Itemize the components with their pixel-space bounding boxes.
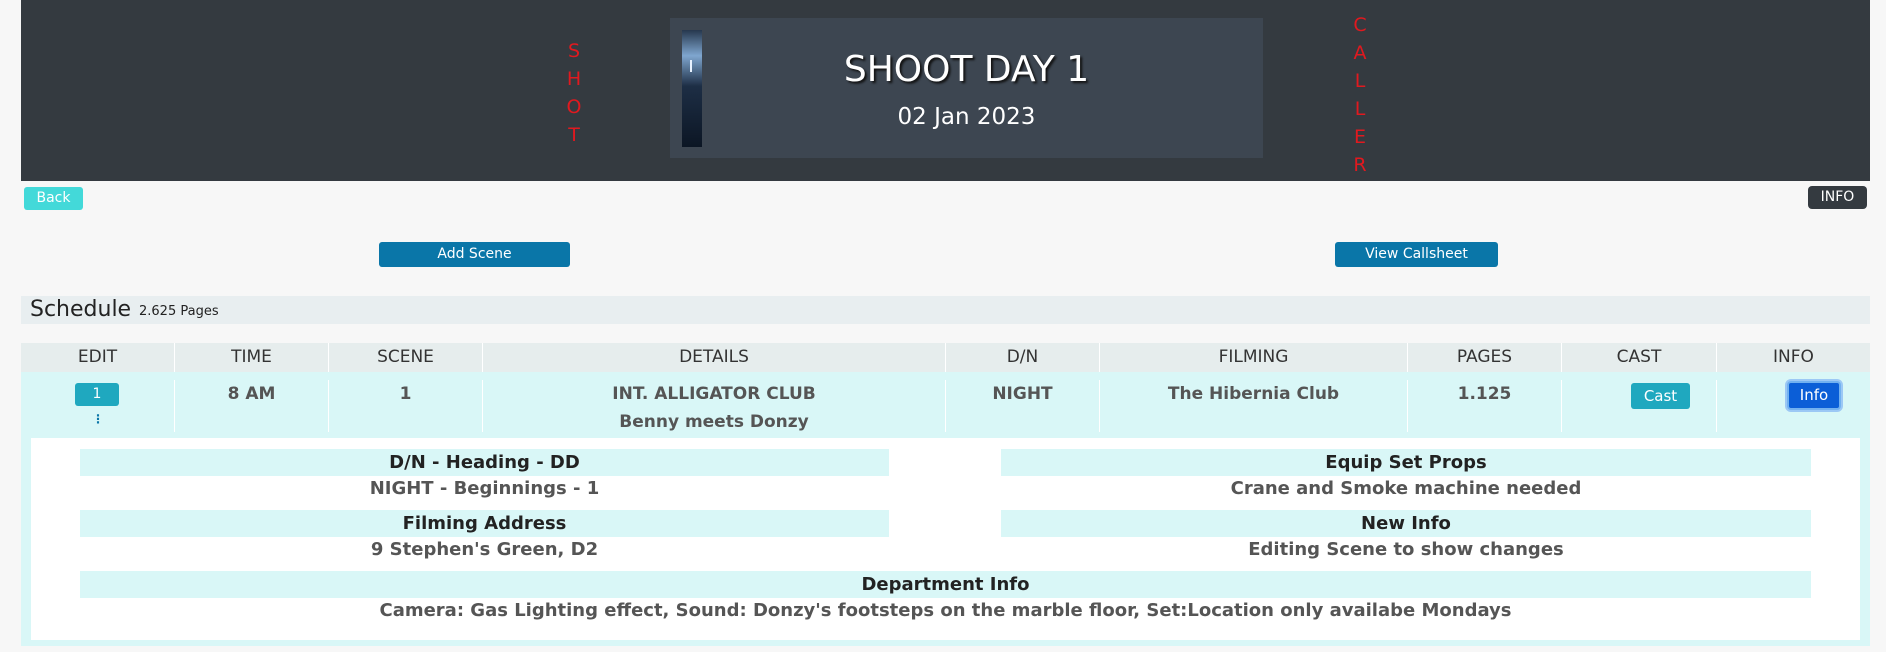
caller-letter: E [1353,126,1366,148]
new-info-label: New Info [1001,510,1811,537]
add-scene-button[interactable]: Add Scene [379,242,570,267]
shot-letter: O [566,96,582,118]
shot-vertical-label: S H O T [564,37,584,149]
col-cast: CAST [1616,347,1662,367]
equip-set-props-label: Equip Set Props [1001,449,1811,476]
view-callsheet-button[interactable]: View Callsheet [1335,242,1498,267]
edit-scene-button[interactable]: 1 [75,383,119,406]
pages-cell: 1.125 [1457,384,1512,404]
scene-cell: 1 [399,384,412,404]
col-dn: D/N [1006,347,1039,367]
dn-heading-label: D/N - Heading - DD [80,449,889,476]
scene-detail-panel: D/N - Heading - DD NIGHT - Beginnings - … [31,438,1860,640]
cast-button[interactable]: Cast [1631,383,1690,409]
new-info-value: Editing Scene to show changes [1248,539,1564,560]
info-button[interactable]: INFO [1808,186,1867,209]
department-info-label: Department Info [80,571,1811,598]
details-heading: INT. ALLIGATOR CLUB [612,384,816,404]
shoot-day-card: SHOOT DAY 1 02 Jan 2023 [670,18,1263,158]
table-row: 1 ⋮ 8 AM 1 INT. ALLIGATOR CLUB Benny mee… [21,372,1870,436]
col-edit: EDIT [77,347,118,367]
caller-letter: L [1354,98,1366,120]
row-divider [1716,380,1717,432]
shot-letter: S [567,40,581,62]
scene-detail-section: D/N - Heading - DD NIGHT - Beginnings - … [21,436,1870,646]
row-divider [1561,380,1562,432]
filming-address-value: 9 Stephen's Green, D2 [370,539,599,560]
time-cell: 8 AM [227,384,276,404]
header-banner: S H O T SHOOT DAY 1 02 Jan 2023 C A L L … [21,0,1870,181]
caller-letter: A [1353,42,1367,64]
shoot-day-date: 02 Jan 2023 [897,104,1036,130]
details-summary: Benny meets Donzy [619,412,809,432]
scene-info-button[interactable]: Info [1787,381,1841,410]
schedule-header: Schedule 2.625 Pages [21,296,1870,324]
dn-heading-value: NIGHT - Beginnings - 1 [369,478,600,499]
shot-letter: H [566,68,582,90]
caller-vertical-label: C A L L E R [1350,11,1370,179]
col-details: DETAILS [679,347,749,367]
table-header: EDIT TIME SCENE DETAILS D/N FILMING PAGE… [21,343,1870,372]
col-filming: FILMING [1218,347,1289,367]
col-scene: SCENE [377,347,434,367]
shot-letter: T [568,124,580,146]
caller-letter: R [1353,154,1367,176]
equip-set-props-value: Crane and Smoke machine needed [1230,478,1582,499]
col-info: INFO [1773,347,1814,367]
schedule-page-count: 2.625 Pages [139,304,219,319]
caller-letter: C [1353,14,1367,36]
col-pages: PAGES [1456,347,1513,367]
schedule-title: Schedule [30,297,132,322]
department-info-value: Camera: Gas Lighting effect, Sound: Donz… [379,600,1512,621]
filming-address-label: Filming Address [80,510,889,537]
dn-cell: NIGHT [992,384,1053,404]
shoot-day-title: SHOOT DAY 1 [843,49,1090,90]
filming-cell: The Hibernia Club [1167,384,1340,404]
col-time: TIME [231,347,272,367]
back-button[interactable]: Back [24,187,83,210]
more-options-icon[interactable]: ⋮ [92,412,104,426]
caller-letter: L [1354,70,1366,92]
